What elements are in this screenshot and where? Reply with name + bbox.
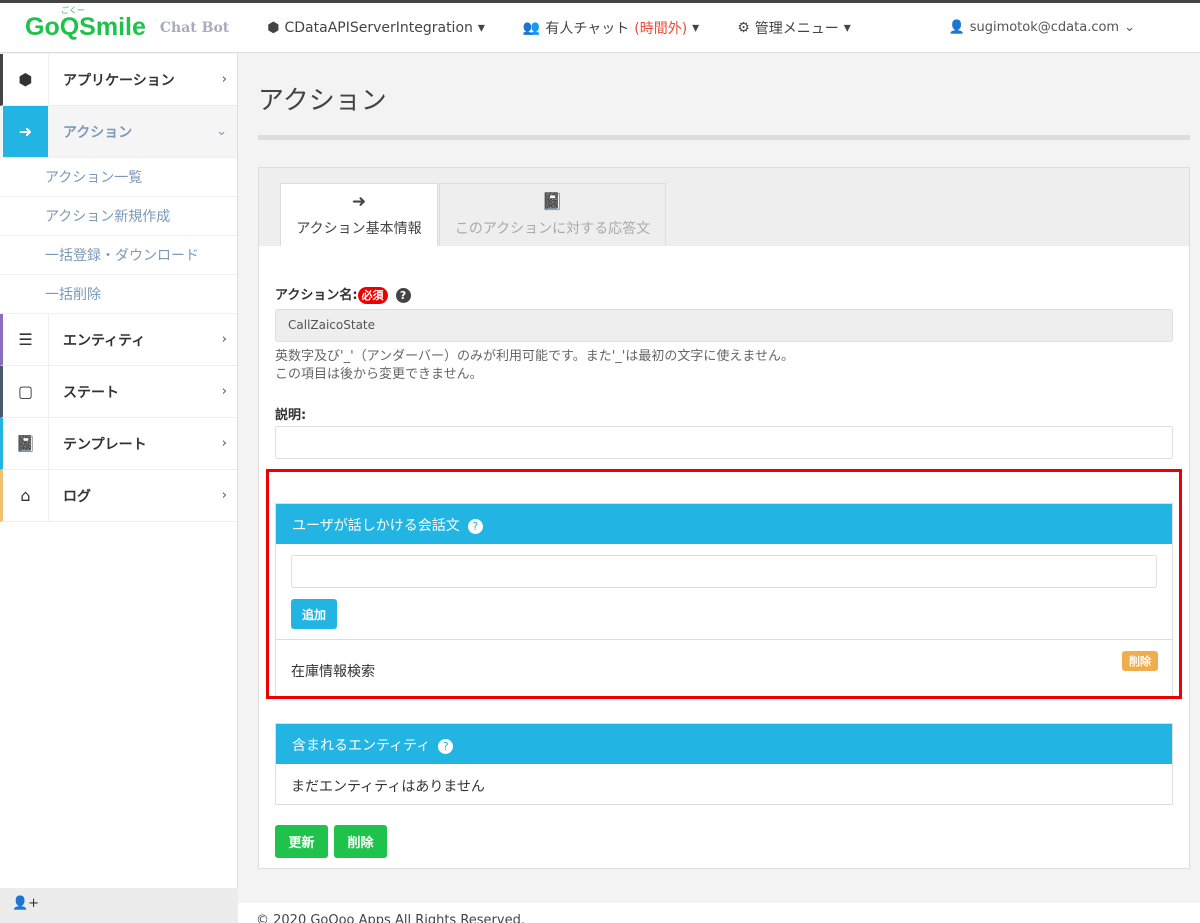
app-subtitle: Chat Bot	[159, 19, 230, 36]
entities-panel: 含まれるエンティティ? まだエンティティはありません	[275, 723, 1173, 805]
logo-ruby: ごくー	[61, 6, 85, 15]
label-text: アクション名:	[275, 288, 358, 303]
description-input[interactable]	[275, 426, 1173, 459]
sidebar-item-label: テンプレート	[63, 436, 147, 453]
sidebar-item-template[interactable]: 📓 テンプレート ›	[0, 418, 237, 470]
chevron-right-icon: ›	[221, 488, 227, 503]
sidebar-item-label: エンティティ	[63, 332, 146, 349]
cube-icon: ⬢	[267, 19, 280, 36]
tab-label: アクション基本情報	[296, 221, 422, 237]
tab-basic-info[interactable]: ➜ アクション基本情報	[280, 183, 438, 246]
sidebar-subitem-action-new[interactable]: アクション新規作成	[0, 197, 237, 236]
tab-responses[interactable]: 📓 このアクションに対する応答文	[439, 183, 666, 246]
book-icon: 📓	[3, 418, 49, 469]
main-content: アクション ➜ アクション基本情報 📓 このアクションに対する応答文 アクション名:…	[258, 54, 1190, 869]
cube-icon: ⬢	[3, 54, 49, 105]
divider	[258, 135, 1190, 140]
inbox-icon: ⌂	[3, 470, 49, 521]
sidebar: ⬢ アプリケーション › ➜ アクション ⌄ アクション一覧 アクション新規作成 一括登…	[0, 54, 238, 888]
admin-label: 管理メニュー	[754, 20, 839, 37]
users-icon: 👥	[522, 19, 541, 36]
chat-dropdown[interactable]: 👥 有人チャット (時間外) ▾	[523, 18, 699, 38]
entities-header: 含まれるエンティティ?	[276, 724, 1172, 764]
sidebar-item-action[interactable]: ➜ アクション ⌄	[0, 106, 237, 158]
user-email: sugimotok@cdata.com	[969, 20, 1120, 35]
add-user-button[interactable]: 👤+	[0, 888, 238, 923]
chevron-right-icon: ›	[221, 384, 227, 399]
square-icon: ▢	[3, 366, 49, 417]
list-icon: ☰	[3, 314, 49, 365]
logo[interactable]: ごくー GoQSmile	[25, 6, 146, 42]
admin-menu-dropdown[interactable]: ⚙ 管理メニュー ▾	[737, 18, 851, 38]
user-icon: 👤	[948, 20, 965, 35]
sidebar-item-label: アプリケーション	[63, 72, 175, 89]
sidebar-item-state[interactable]: ▢ ステート ›	[0, 366, 237, 418]
help-line: この項目は後から変更できません。	[275, 367, 483, 382]
chevron-right-icon: ›	[221, 436, 227, 451]
chat-status: (時間外)	[634, 20, 688, 37]
panel-title: 含まれるエンティティ	[292, 738, 431, 754]
sidebar-item-label: ステート	[63, 384, 119, 401]
chevron-down-icon: ⌄	[216, 124, 227, 139]
sidebar-subitem-bulk-delete[interactable]: 一括削除	[0, 275, 237, 314]
update-button[interactable]: 更新	[275, 825, 328, 858]
sidebar-item-label: アクション	[63, 124, 133, 141]
logo-text: GoQSmile	[25, 13, 146, 41]
delete-button[interactable]: 削除	[334, 825, 387, 858]
sidebar-item-log[interactable]: ⌂ ログ ›	[0, 470, 237, 522]
help-line: 英数字及び'_'（アンダーバー）のみが利用可能です。また'_'は最初の文字に使え…	[275, 349, 794, 364]
sidebar-item-label: ログ	[63, 488, 91, 505]
sidebar-item-entity[interactable]: ☰ エンティティ ›	[0, 314, 237, 366]
caret-down-icon: ▾	[477, 19, 485, 36]
action-name-input[interactable]: CallZaicoState	[275, 309, 1173, 342]
required-badge: 必須	[357, 287, 388, 304]
copyright: © 2020 GoQoo Apps All Rights Reserved.	[256, 913, 525, 923]
footer: © 2020 GoQoo Apps All Rights Reserved.	[238, 903, 1200, 923]
chevron-right-icon: ›	[221, 332, 227, 347]
help-text: 英数字及び'_'（アンダーバー）のみが利用可能です。また'_'は最初の文字に使え…	[275, 348, 794, 384]
gears-icon: ⚙	[737, 19, 750, 36]
tab-bar: ➜ アクション基本情報 📓 このアクションに対する応答文	[259, 168, 1189, 246]
tab-label: このアクションに対する応答文	[454, 221, 651, 237]
project-label: CDataAPIServerIntegration	[284, 19, 473, 36]
caret-down-icon: ▾	[843, 19, 851, 36]
user-plus-icon: 👤+	[12, 896, 40, 911]
navbar: ごくー GoQSmile Chat Bot ⬢ CDataAPIServerInte…	[0, 3, 1200, 53]
description-label: 説明:	[275, 408, 307, 423]
project-dropdown[interactable]: ⬢ CDataAPIServerIntegration ▾	[267, 20, 485, 36]
caret-down-icon: ▾	[692, 19, 700, 36]
sidebar-subitem-action-list[interactable]: アクション一覧	[0, 158, 237, 197]
action-name-label: アクション名: 必須?	[275, 284, 411, 304]
entities-empty-text: まだエンティティはありません	[291, 779, 485, 795]
highlight-annotation	[266, 469, 1182, 699]
chevron-right-icon: ›	[221, 72, 227, 87]
sidebar-subitem-bulk-register[interactable]: 一括登録・ダウンロード	[0, 236, 237, 275]
help-icon[interactable]: ?	[438, 739, 454, 754]
chat-label: 有人チャット	[545, 20, 630, 37]
book-icon: 📓	[541, 192, 564, 212]
arrow-circle-icon: ➜	[351, 192, 367, 212]
arrow-circle-icon: ➜	[3, 106, 49, 157]
help-icon[interactable]: ?	[395, 288, 411, 303]
page-title: アクション	[258, 86, 387, 116]
user-dropdown[interactable]: 👤 sugimotok@cdata.com ⌄	[949, 20, 1136, 35]
chevron-down-icon: ⌄	[1124, 20, 1135, 35]
sidebar-item-application[interactable]: ⬢ アプリケーション ›	[0, 54, 237, 106]
